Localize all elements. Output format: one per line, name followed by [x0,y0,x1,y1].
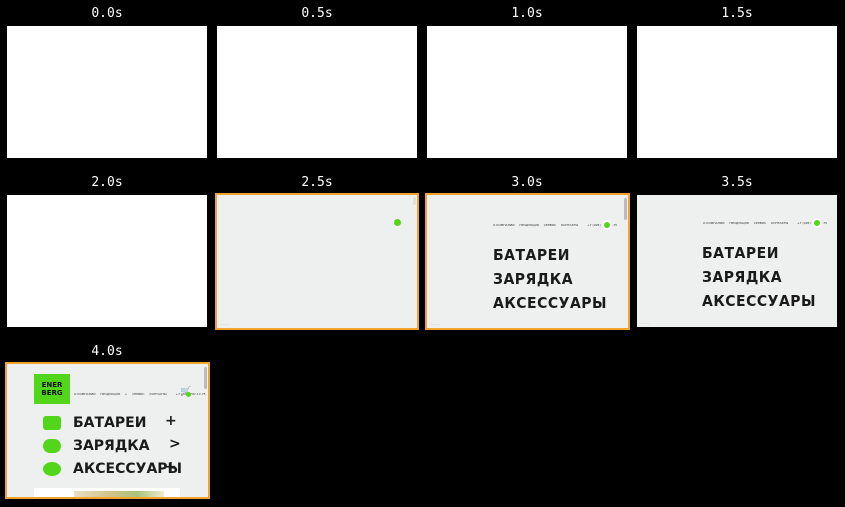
top-nav: О КОМПАНИИ ПРОДУКЦИЯ СЕРВИС КОНТАКТЫ +7 … [493,223,621,227]
connector-icon [43,462,61,476]
scrollbar[interactable] [204,367,207,389]
filmstrip-frame[interactable]: ENER BERG О КОМПАНИИ ПРОДУКЦИЯ + СЕРВИС … [5,362,210,499]
footer-text: ............ [220,323,230,326]
nav-item[interactable]: КОНТАКТЫ [771,221,788,225]
menu-item-batteries[interactable]: БАТАРЕИ [493,243,607,268]
nav-item[interactable]: СЕРВИС [544,223,556,227]
frame-time-label: 1.0s [511,6,543,21]
filmstrip-frame[interactable] [427,26,627,158]
logo-line: BERG [41,389,63,397]
frame-time-label: 1.5s [721,6,753,21]
menu-item-accessories[interactable]: АКСЕССУАРЫ [702,289,816,314]
footer-text: ............ [640,322,650,325]
top-nav: О КОМПАНИИ ПРОДУКЦИЯ СЕРВИС КОНТАКТЫ +7 … [703,221,831,225]
filmstrip-frame[interactable] [7,195,207,327]
nav-item[interactable]: ПРОДУКЦИЯ [519,223,538,227]
expand-plus-icon[interactable]: + [165,413,177,429]
menu-label: ЗАРЯДКА [73,438,150,454]
frame-time-label: 4.0s [91,344,123,359]
menu-row-charging[interactable]: ЗАРЯДКА [43,438,150,454]
hero-banner [34,488,180,497]
frame-time-label: 3.5s [721,175,753,190]
nav-item[interactable]: ПРОДУКЦИЯ [100,392,119,396]
filmstrip-frame[interactable]: ............ [215,193,419,330]
nav-item[interactable]: О КОМПАНИИ [74,392,95,396]
scrollbar[interactable] [624,198,627,220]
cart-count-dot-icon [186,392,191,397]
menu-label: БАТАРЕИ [73,415,147,431]
cart-dot-icon[interactable] [604,222,610,228]
frame-time-label: 0.5s [301,6,333,21]
main-menu: БАТАРЕИ ЗАРЯДКА АКСЕССУАРЫ [493,244,607,316]
nav-item[interactable]: О КОМПАНИИ [493,223,514,227]
menu-row-accessories[interactable]: АКСЕССУАРЫ [43,461,182,477]
menu-item-accessories[interactable]: АКСЕССУАРЫ [493,291,607,316]
menu-row-batteries[interactable]: БАТАРЕИ [43,415,146,431]
menu-item-charging[interactable]: ЗАРЯДКА [702,265,816,290]
loading-dot-icon [394,219,401,226]
phone-number[interactable]: +7 (495) 797-17-75 [587,223,617,227]
frame-time-label: 2.5s [301,175,333,190]
chevron-right-icon[interactable]: > [169,436,181,452]
filmstrip-frame[interactable]: О КОМПАНИИ ПРОДУКЦИЯ СЕРВИС КОНТАКТЫ +7 … [637,195,837,327]
filmstrip-frame[interactable] [637,26,837,158]
filmstrip-frame[interactable] [7,26,207,158]
filmstrip-frame[interactable]: О КОМПАНИИ ПРОДУКЦИЯ СЕРВИС КОНТАКТЫ +7 … [425,193,630,330]
main-menu: БАТАРЕИ ЗАРЯДКА АКСЕССУАРЫ [702,242,816,314]
nav-item[interactable]: СЕРВИС [132,392,144,396]
nav-item[interactable]: КОНТАКТЫ [561,223,578,227]
menu-item-charging[interactable]: ЗАРЯДКА [493,267,607,292]
footer-text: ............ [430,323,440,326]
expand-plus-icon[interactable]: + [165,459,177,475]
menu-item-batteries[interactable]: БАТАРЕИ [702,241,816,266]
scrollbar[interactable] [413,197,416,205]
nav-plus[interactable]: + [125,392,128,396]
frame-time-label: 2.0s [91,175,123,190]
filmstrip-frame[interactable] [217,26,417,158]
nav-item[interactable]: ПРОДУКЦИЯ [729,221,748,225]
phone-number[interactable]: +7 (495) 797-17-75 [797,221,827,225]
logo-line: ENER [41,381,63,389]
cart-dot-icon[interactable] [814,220,820,226]
enerberg-logo[interactable]: ENER BERG [34,374,70,404]
nav-item[interactable]: СЕРВИС [754,221,766,225]
nav-item[interactable]: О КОМПАНИИ [703,221,724,225]
hero-banner-image [74,491,164,497]
plug-icon [43,439,61,453]
nav-item[interactable]: КОНТАКТЫ [149,392,166,396]
battery-icon [43,416,61,430]
frame-time-label: 3.0s [511,175,543,190]
frame-time-label: 0.0s [91,6,123,21]
